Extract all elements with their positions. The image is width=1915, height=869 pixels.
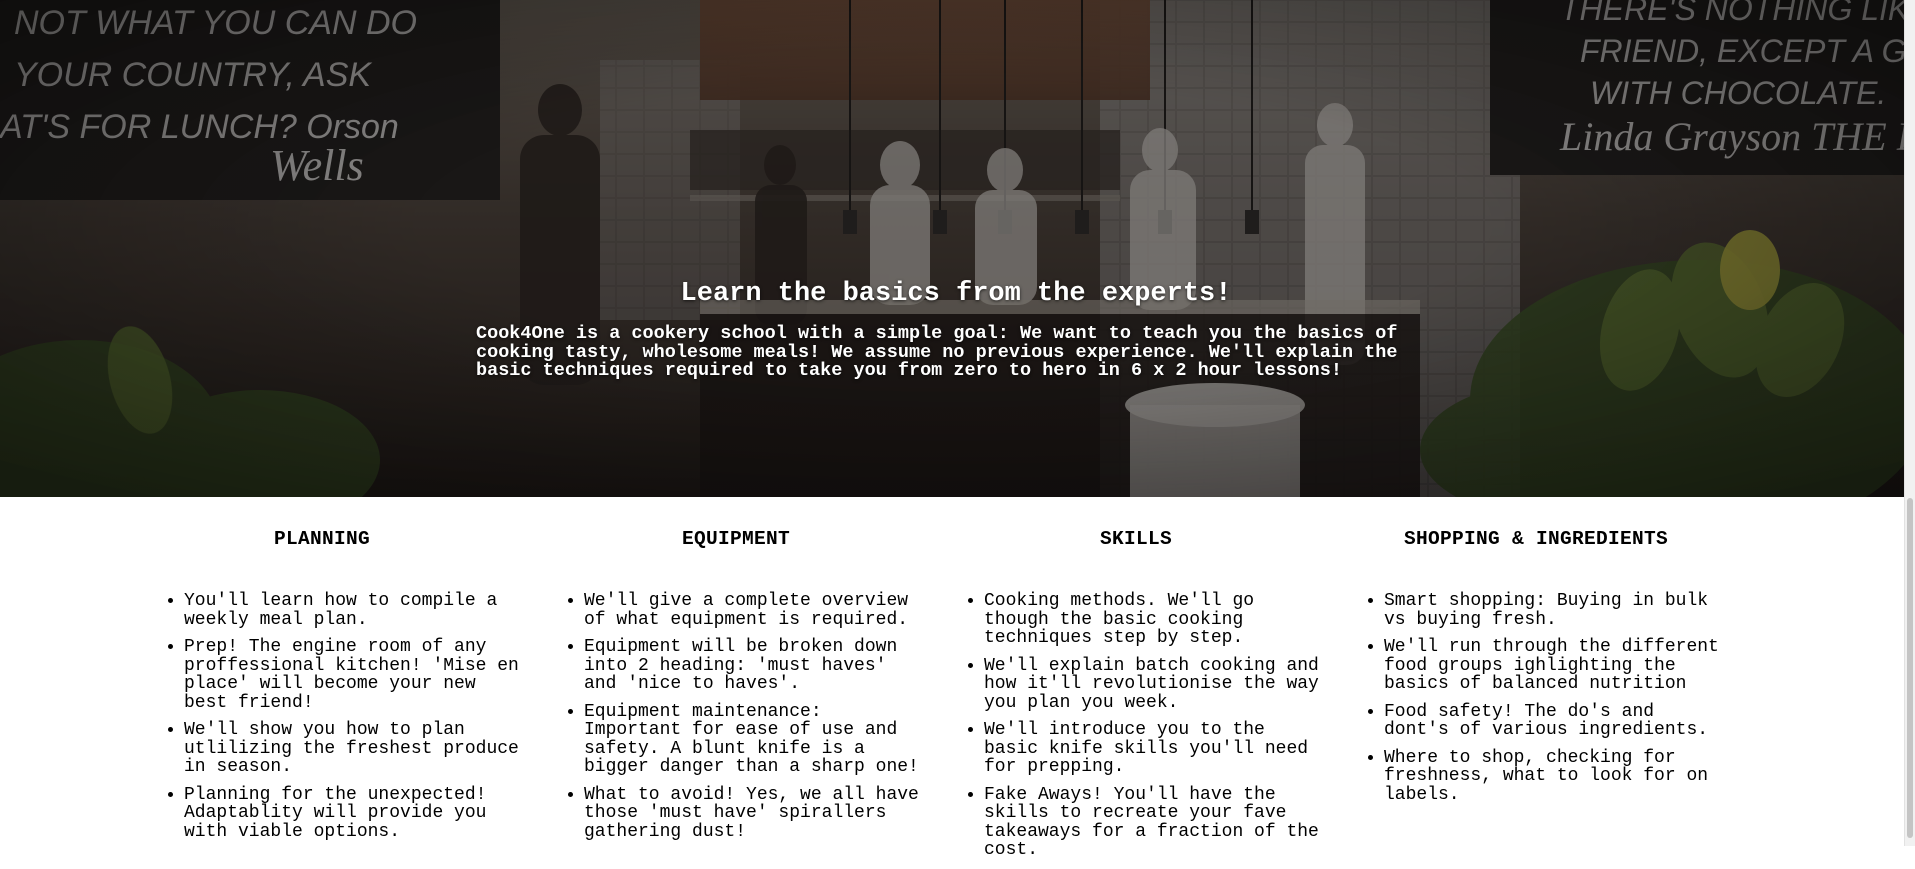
- planning-list: You'll learn how to compile a weekly mea…: [166, 592, 524, 850]
- list-item: Prep! The engine room of any proffession…: [184, 638, 524, 712]
- vertical-scrollbar[interactable]: [1904, 0, 1915, 846]
- skills-list: Cooking methods. We'll go though the bas…: [966, 592, 1324, 869]
- list-item: Food safety! The do's and dont's of vari…: [1384, 702, 1724, 740]
- list-item: What to avoid! Yes, we all have those 'm…: [584, 785, 924, 842]
- list-item: Smart shopping: Buying in bulk vs buying…: [1384, 592, 1724, 629]
- list-item: Equipment maintenance: Important for eas…: [584, 702, 924, 777]
- list-item: We'll explain batch cooking and how it'l…: [984, 656, 1324, 713]
- list-item: Where to shop, checking for freshness, w…: [1384, 748, 1724, 805]
- list-item: We'll show you how to plan utlilizing th…: [184, 721, 524, 777]
- list-item: We'll introduce you to the basic knife s…: [984, 721, 1324, 777]
- list-item: We'll run through the different food gro…: [1384, 638, 1724, 694]
- hero-description: Cook4One is a cookery school with a simp…: [476, 323, 1398, 381]
- shopping-list: Smart shopping: Buying in bulk vs buying…: [1366, 592, 1724, 813]
- equipment-list: We'll give a complete overview of what e…: [566, 592, 924, 850]
- column-heading: SHOPPING & INGREDIENTS: [1403, 528, 1669, 550]
- list-item: Equipment will be broken down into 2 hea…: [584, 638, 924, 694]
- list-item: Planning for the unexpected! Adaptablity…: [184, 785, 524, 842]
- list-item: Fake Aways! You'll have the skills to re…: [984, 785, 1324, 860]
- column-heading: EQUIPMENT: [681, 528, 791, 550]
- list-item: Cooking methods. We'll go though the bas…: [984, 592, 1324, 648]
- features-section: PLANNING You'll learn how to compile a w…: [0, 497, 1905, 859]
- column-heading: SKILLS: [1099, 528, 1172, 550]
- column-heading: PLANNING: [273, 528, 370, 550]
- hero-title: Learn the basics from the experts!: [680, 279, 1232, 309]
- scrollbar-thumb[interactable]: [1907, 498, 1913, 838]
- hero-content: Learn the basics from the experts! Cook4…: [476, 276, 1426, 381]
- list-item: You'll learn how to compile a weekly mea…: [184, 592, 524, 629]
- hero-background-image: NOT WHAT YOU CAN DO YOUR COUNTRY, ASK AT…: [0, 0, 1905, 497]
- list-item: We'll give a complete overview of what e…: [584, 592, 924, 629]
- hero-section: NOT WHAT YOU CAN DO YOUR COUNTRY, ASK AT…: [0, 0, 1905, 497]
